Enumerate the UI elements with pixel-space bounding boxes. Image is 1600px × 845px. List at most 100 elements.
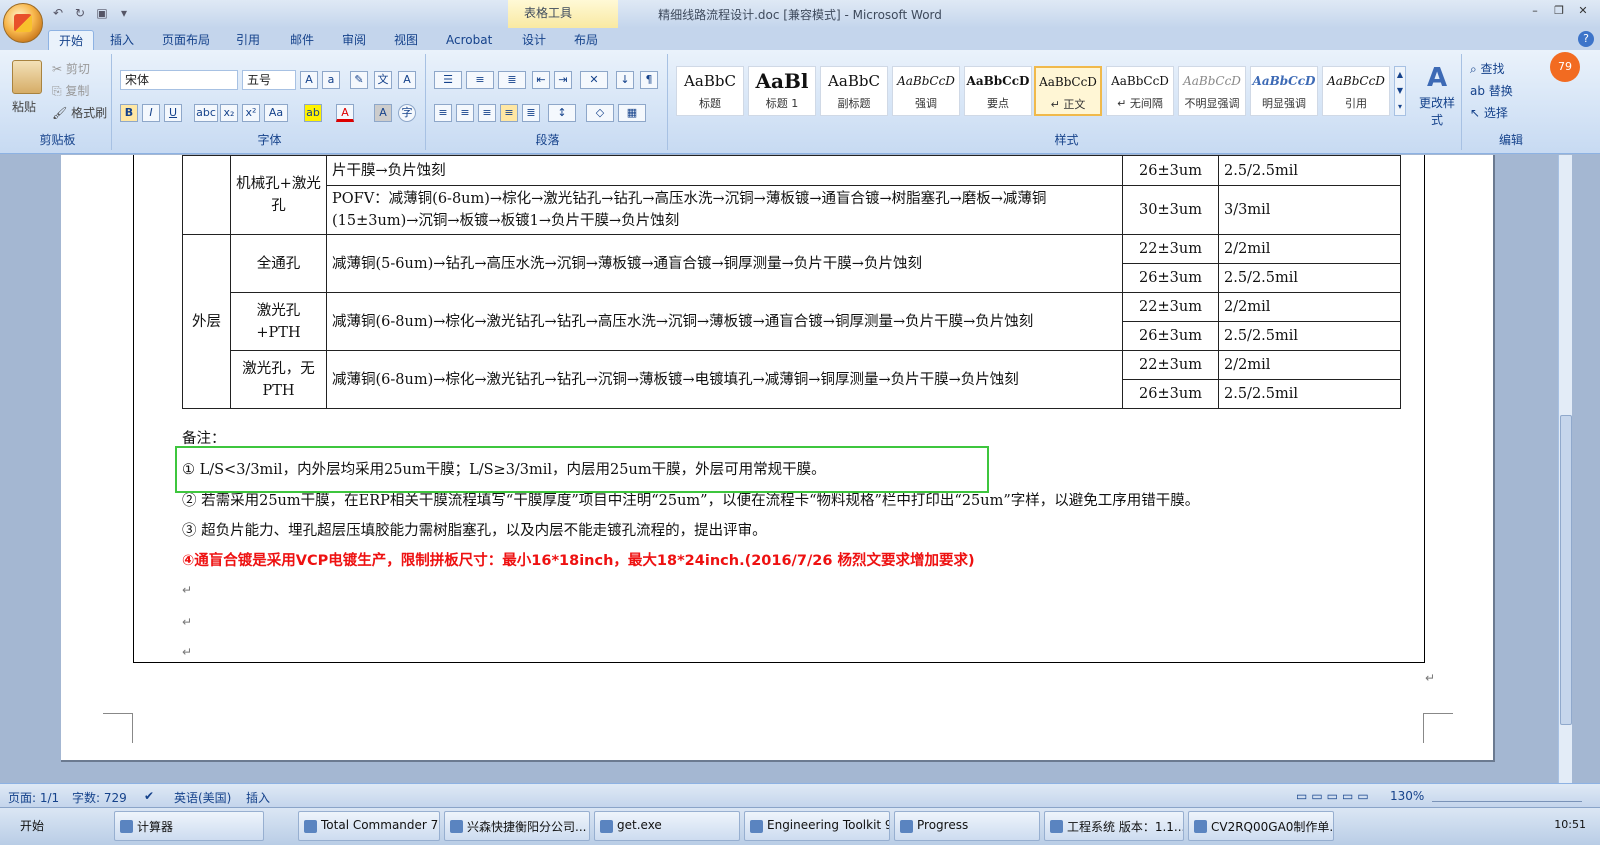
start-button[interactable]: 开始 bbox=[0, 811, 48, 841]
style-quote[interactable]: AaBbCcD 引用 bbox=[1322, 66, 1390, 116]
clear-format-icon[interactable]: ✎ bbox=[350, 71, 368, 89]
char-shading-icon[interactable]: A bbox=[374, 104, 392, 122]
font-size-select[interactable]: 五号 bbox=[242, 70, 296, 90]
tab-mailings[interactable]: 邮件 bbox=[280, 30, 324, 50]
vertical-scrollbar[interactable] bbox=[1558, 155, 1572, 783]
tab-home[interactable]: 开始 bbox=[48, 30, 95, 50]
zoom-slider[interactable] bbox=[1432, 790, 1582, 802]
align-center-icon[interactable]: ≡ bbox=[456, 104, 474, 122]
table-cell[interactable]: 减薄铜(6-8um)→棕化→激光钻孔→钻孔→沉铜→薄板镀→电镀填孔→减薄铜→铜厚… bbox=[326, 350, 1123, 409]
styles-scroll-icon[interactable]: ▲ ▼ ▾ bbox=[1394, 66, 1406, 116]
table-cell[interactable]: 3/3mil bbox=[1218, 185, 1401, 235]
language[interactable]: 英语(美国) bbox=[174, 789, 231, 806]
table-cell[interactable]: 2/2mil bbox=[1218, 292, 1401, 322]
zoom-level[interactable]: 130% bbox=[1390, 789, 1424, 803]
table-cell[interactable]: 2/2mil bbox=[1218, 234, 1401, 264]
table-cell[interactable]: 2.5/2.5mil bbox=[1218, 263, 1401, 293]
enclose-char-icon[interactable]: 字 bbox=[398, 104, 416, 122]
find-button[interactable]: ⌕ 查找 bbox=[1470, 60, 1505, 77]
task-calculator[interactable]: 计算器 bbox=[114, 811, 264, 841]
sort-icon[interactable]: ↓ bbox=[616, 71, 634, 89]
copy-button[interactable]: ⎘ 复制 bbox=[52, 82, 89, 99]
close-icon[interactable]: ✕ bbox=[1572, 2, 1594, 20]
table-cell[interactable]: 2/2mil bbox=[1218, 350, 1401, 380]
spell-check-icon[interactable]: ✔ bbox=[144, 789, 154, 803]
note-3[interactable]: ③ 超负片能力、埋孔超层压填胶能力需树脂塞孔，以及内层不能走镀孔流程的，提出评审… bbox=[182, 519, 767, 540]
tab-layout[interactable]: 布局 bbox=[564, 30, 608, 50]
task-progress[interactable]: Progress bbox=[894, 811, 1040, 841]
style-no-spacing[interactable]: AaBbCcD ↵ 无间隔 bbox=[1106, 66, 1174, 116]
tab-design[interactable]: 设计 bbox=[512, 30, 556, 50]
strikethrough-icon[interactable]: abc bbox=[194, 104, 218, 122]
table-cell[interactable]: 片干膜→负片蚀刻 bbox=[326, 155, 1123, 186]
bullets-icon[interactable]: ☰ bbox=[434, 71, 462, 89]
style-subtle-emphasis[interactable]: AaBbCcD 不明显强调 bbox=[1178, 66, 1246, 116]
justify-icon[interactable]: ≡ bbox=[500, 104, 518, 122]
superscript-icon[interactable]: x² bbox=[242, 104, 260, 122]
table-cell[interactable]: 26±3um bbox=[1122, 263, 1219, 293]
tab-page-layout[interactable]: 页面布局 bbox=[152, 30, 220, 50]
line-spacing-icon[interactable]: ↕ bbox=[548, 104, 576, 122]
style-intense-emphasis[interactable]: AaBbCcD 明显强调 bbox=[1250, 66, 1318, 116]
char-border-icon[interactable]: A bbox=[398, 71, 416, 89]
format-painter-button[interactable]: 🖌 格式刷 bbox=[52, 104, 107, 121]
grow-font-icon[interactable]: A bbox=[300, 71, 318, 89]
subscript-icon[interactable]: x₂ bbox=[220, 104, 238, 122]
paste-button[interactable]: 粘贴 bbox=[12, 98, 36, 115]
task-cv2rq[interactable]: CV2RQ00GA0制作单.... bbox=[1188, 811, 1334, 841]
align-left-icon[interactable]: ≡ bbox=[434, 104, 452, 122]
table-cell[interactable]: 26±3um bbox=[1122, 321, 1219, 351]
word-count[interactable]: 字数: 729 bbox=[72, 789, 127, 806]
table-cell[interactable]: 减薄铜(6-8um)→棕化→激光钻孔→钻孔→高压水洗→沉铜→薄板镀→通盲合镀→铜… bbox=[326, 292, 1123, 351]
table-cell[interactable]: 30±3um bbox=[1122, 185, 1219, 235]
restore-icon[interactable]: ❐ bbox=[1548, 2, 1570, 20]
shading-icon[interactable]: ◇ bbox=[586, 104, 614, 122]
table-cell[interactable]: 22±3um bbox=[1122, 292, 1219, 322]
table-cell[interactable]: 激光孔，无PTH bbox=[230, 350, 327, 409]
change-case-icon[interactable]: Aa bbox=[264, 104, 288, 122]
tab-view[interactable]: 视图 bbox=[384, 30, 428, 50]
style-title[interactable]: AaBbC 标题 bbox=[676, 66, 744, 116]
style-subtitle[interactable]: AaBbC 副标题 bbox=[820, 66, 888, 116]
paste-icon[interactable] bbox=[12, 60, 42, 94]
replace-button[interactable]: ab 替换 bbox=[1470, 82, 1513, 99]
multilevel-list-icon[interactable]: ≣ bbox=[498, 71, 526, 89]
scrollbar-thumb[interactable] bbox=[1560, 415, 1572, 725]
tab-acrobat[interactable]: Acrobat bbox=[436, 30, 502, 50]
table-cell[interactable]: POFV：减薄铜(6-8um)→棕化→激光钻孔→钻孔→高压水洗→沉铜→薄板镀→通… bbox=[326, 185, 1123, 235]
shrink-font-icon[interactable]: a bbox=[322, 71, 340, 89]
tab-references[interactable]: 引用 bbox=[226, 30, 270, 50]
cut-button[interactable]: ✂ 剪切 bbox=[52, 60, 90, 77]
italic-icon[interactable]: I bbox=[142, 104, 160, 122]
font-name-select[interactable]: 宋体 bbox=[120, 70, 238, 90]
change-styles-button[interactable]: A 更改样式 bbox=[1414, 62, 1460, 128]
help-icon[interactable]: ? bbox=[1578, 31, 1594, 47]
table-cell[interactable] bbox=[182, 155, 231, 235]
font-color-icon[interactable]: A bbox=[336, 104, 354, 122]
office-button[interactable] bbox=[3, 3, 43, 43]
note-4[interactable]: ④通盲合镀是采用VCP电镀生产，限制拼板尺寸：最小16*18inch，最大18*… bbox=[182, 549, 975, 570]
table-cell[interactable]: 减薄铜(5-6um)→钻孔→高压水洗→沉铜→薄板镀→通盲合镀→铜厚测量→负片干膜… bbox=[326, 234, 1123, 293]
page-count[interactable]: 页面: 1/1 bbox=[8, 789, 59, 806]
table-cell[interactable]: 外层 bbox=[182, 234, 231, 409]
table-cell[interactable]: 全通孔 bbox=[230, 234, 327, 293]
tab-review[interactable]: 审阅 bbox=[332, 30, 376, 50]
style-emphasis[interactable]: AaBbCcD 强调 bbox=[892, 66, 960, 116]
bold-icon[interactable]: B bbox=[120, 104, 138, 122]
highlight-icon[interactable]: ab bbox=[304, 104, 322, 122]
task-engineering-toolkit[interactable]: Engineering Toolkit 9.0... bbox=[744, 811, 890, 841]
tab-insert[interactable]: 插入 bbox=[100, 30, 144, 50]
borders-icon[interactable]: ▦ bbox=[618, 104, 646, 122]
table-cell[interactable]: 22±3um bbox=[1122, 350, 1219, 380]
table-cell[interactable]: 激光孔+PTH bbox=[230, 292, 327, 351]
clock[interactable]: 10:51 bbox=[1554, 818, 1586, 831]
table-cell[interactable]: 26±3um bbox=[1122, 155, 1219, 186]
task-engineering-system[interactable]: 工程系统 版本：1.1... bbox=[1044, 811, 1184, 841]
numbering-icon[interactable]: ≡ bbox=[466, 71, 494, 89]
view-buttons[interactable]: ▭▭▭▭▭ bbox=[1296, 789, 1373, 803]
show-marks-icon[interactable]: ¶ bbox=[640, 71, 658, 89]
task-total-commander[interactable]: Total Commander 7.0 ... bbox=[298, 811, 440, 841]
underline-icon[interactable]: U bbox=[164, 104, 182, 122]
task-get-exe[interactable]: get.exe bbox=[594, 811, 740, 841]
increase-indent-icon[interactable]: ⇥ bbox=[554, 71, 572, 89]
